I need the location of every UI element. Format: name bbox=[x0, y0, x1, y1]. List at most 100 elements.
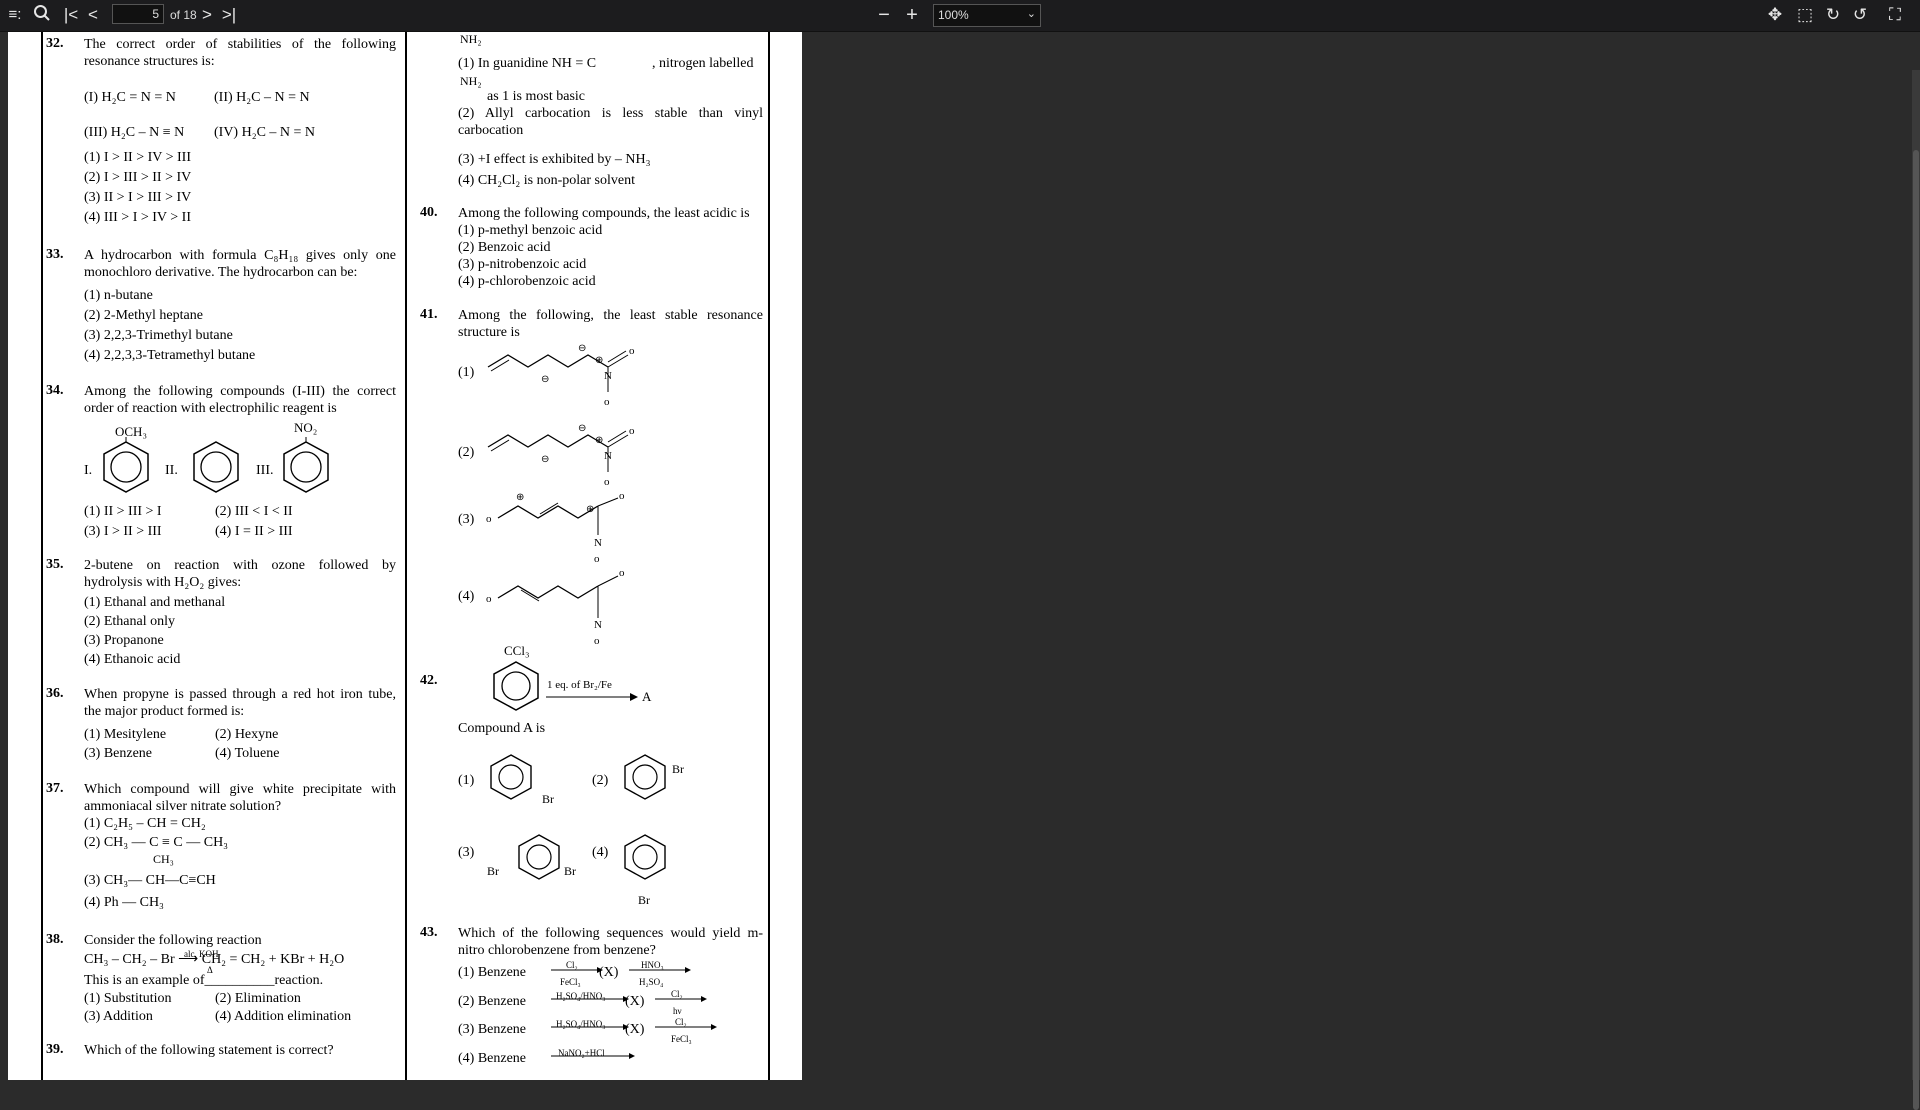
svg-text:⊖: ⊖ bbox=[541, 374, 549, 385]
q41-structure-1: o No ⊖ ⊖ ⊕ bbox=[487, 343, 635, 408]
svg-text:⊕: ⊕ bbox=[595, 355, 603, 366]
q37-option-1: (1) C₂H₅ – CH = CH₂ bbox=[84, 816, 206, 831]
q32-structure-3: (III) H₂C – N ≡ N bbox=[84, 125, 185, 140]
q37-number: 37. bbox=[46, 781, 64, 796]
q38-equation: CH₃ – CH₂ – Br ⟶ CH₂ = CH₂ + KBr + H₂O bbox=[84, 952, 345, 967]
first-page-icon[interactable]: |< bbox=[62, 4, 80, 26]
svg-text:⊖: ⊖ bbox=[541, 454, 549, 465]
q42-option-4: (4) bbox=[592, 845, 609, 860]
q33-option-3: (3) 2,2,3-Trimethyl butane bbox=[84, 328, 233, 343]
q34-option-3: (3) I > II > III bbox=[84, 524, 162, 539]
svg-text:o: o bbox=[604, 396, 610, 408]
q41-structure-2: o No ⊖ ⊖ ⊕ bbox=[487, 423, 635, 488]
q34-text: Among the following compounds (I-III) th… bbox=[84, 384, 396, 416]
q42-option-1-br: Br bbox=[542, 792, 554, 806]
q37-option-3: (3) CH₃— CH—C≡CH bbox=[84, 873, 216, 888]
q38-option-3: (3) Addition bbox=[84, 1009, 153, 1024]
q40-number: 40. bbox=[420, 205, 438, 220]
q43-number: 43. bbox=[420, 925, 438, 940]
page-total-label: of 18 bbox=[170, 8, 197, 22]
q36-option-2: (2) Hexyne bbox=[215, 727, 279, 742]
q41-structure-4: ooNo bbox=[486, 568, 625, 647]
q34-nitrobenzene-ring bbox=[283, 437, 329, 493]
q34-label-1: I. bbox=[84, 463, 93, 478]
q35-number: 35. bbox=[46, 557, 64, 572]
fullscreen-icon[interactable]: ⛶ bbox=[1884, 4, 1906, 26]
q40-option-2: (2) Benzoic acid bbox=[458, 240, 551, 255]
zoom-in-icon[interactable]: + bbox=[902, 4, 922, 26]
rotate-ccw-icon[interactable]: ↺ bbox=[1849, 4, 1871, 26]
q35-option-1: (1) Ethanal and methanal bbox=[84, 595, 226, 610]
q32-option-4: (4) III > I > IV > II bbox=[84, 210, 192, 225]
svg-text:o: o bbox=[619, 568, 625, 579]
q39-nh2-bottom: NH₂ bbox=[460, 74, 482, 88]
prev-page-icon[interactable]: < bbox=[86, 4, 100, 26]
chevron-down-icon: ⌄ bbox=[1026, 8, 1036, 20]
svg-text:⊖: ⊖ bbox=[578, 343, 586, 354]
page-number-input[interactable]: 5 bbox=[112, 4, 164, 24]
q35-option-2: (2) Ethanal only bbox=[84, 614, 175, 629]
q37-option-4: (4) Ph — CH₃ bbox=[84, 895, 164, 910]
q41-option-3: (3) bbox=[458, 512, 475, 527]
svg-text:⊖: ⊖ bbox=[578, 423, 586, 434]
q42-option-1: (1) bbox=[458, 773, 475, 788]
next-page-icon[interactable]: > bbox=[200, 4, 214, 26]
q32-text: The correct order of stabilities of the … bbox=[84, 37, 396, 69]
q33-text: A hydrocarbon with formula C₈H₁₈ gives o… bbox=[84, 248, 396, 280]
q36-option-3: (3) Benzene bbox=[84, 746, 153, 761]
last-page-icon[interactable]: >| bbox=[220, 4, 238, 26]
svg-text:⊕: ⊕ bbox=[516, 492, 524, 503]
zoom-select[interactable]: 100% ⌄ bbox=[933, 4, 1041, 27]
svg-text:N: N bbox=[594, 537, 602, 549]
select-icon[interactable]: ⬚ bbox=[1794, 4, 1816, 26]
pdf-toolbar: ≡: |< < 5 of 18 > >| − + 100% ⌄ ✥ ⬚ ↻ ↺ … bbox=[0, 0, 1920, 32]
svg-text:o: o bbox=[629, 345, 635, 357]
q38-text2: This is an example of__________reaction. bbox=[84, 973, 324, 988]
q33-number: 33. bbox=[46, 247, 64, 262]
q41-option-1: (1) bbox=[458, 365, 475, 380]
q42-option-3-ring bbox=[518, 834, 560, 880]
q33-option-1: (1) n-butane bbox=[84, 288, 153, 303]
search-icon[interactable] bbox=[32, 4, 52, 26]
svg-text:⊕: ⊕ bbox=[586, 504, 594, 515]
q38-number: 38. bbox=[46, 932, 64, 947]
svg-text:N: N bbox=[604, 370, 612, 382]
q38-option-2: (2) Elimination bbox=[215, 991, 301, 1006]
q39-option-1-end: as 1 is most basic bbox=[487, 89, 585, 104]
q40-option-1: (1) p-methyl benzoic acid bbox=[458, 223, 603, 238]
q32-number: 32. bbox=[46, 36, 64, 51]
svg-text:o: o bbox=[486, 593, 492, 605]
zoom-out-icon[interactable]: − bbox=[874, 4, 894, 26]
q41-structure-3: ooNo ⊕⊕ bbox=[486, 490, 625, 565]
q34-label-3: III. bbox=[256, 463, 274, 478]
q36-option-1: (1) Mesitylene bbox=[84, 727, 167, 742]
q34-benzene-ring bbox=[193, 441, 239, 493]
rotate-cw-icon[interactable]: ↻ bbox=[1822, 4, 1844, 26]
q37-text: Which compound will give white precipita… bbox=[84, 782, 396, 814]
q36-number: 36. bbox=[46, 686, 64, 701]
q39-option-3: (3) +I effect is exhibited by – NH₃ bbox=[458, 152, 651, 167]
q34-number: 34. bbox=[46, 383, 64, 398]
q42-option-3: (3) bbox=[458, 845, 475, 860]
q42-arrow bbox=[546, 693, 638, 701]
q34-option-4: (4) I = II > III bbox=[215, 524, 293, 539]
q34-substituent-3: NO₂ bbox=[294, 420, 318, 435]
q40-option-4: (4) p-chlorobenzoic acid bbox=[458, 274, 596, 289]
q39-text: Which of the following statement is corr… bbox=[84, 1043, 334, 1058]
q41-option-4: (4) bbox=[458, 589, 475, 604]
q42-number: 42. bbox=[420, 673, 438, 688]
scrollbar-thumb[interactable] bbox=[1913, 150, 1919, 1110]
q32-option-3: (3) II > I > III > IV bbox=[84, 190, 192, 205]
q42-option-1-ring bbox=[490, 754, 532, 800]
sidebar-toggle-icon[interactable]: ≡: bbox=[5, 4, 25, 26]
q39-option-4: (4) CH₂Cl₂ is non-polar solvent bbox=[458, 173, 635, 188]
q39-option-1: (1) In guanidine NH = C bbox=[458, 56, 597, 71]
q41-number: 41. bbox=[420, 307, 438, 322]
q38-option-1: (1) Substitution bbox=[84, 991, 172, 1006]
q35-option-4: (4) Ethanoic acid bbox=[84, 652, 181, 667]
q43-text: Which of the following sequences would y… bbox=[458, 926, 763, 958]
q43-option-1: (1) Benzene bbox=[458, 965, 527, 980]
vertical-scrollbar[interactable] bbox=[1912, 70, 1920, 1110]
pan-icon[interactable]: ✥ bbox=[1764, 4, 1786, 26]
svg-text:N: N bbox=[604, 450, 612, 462]
